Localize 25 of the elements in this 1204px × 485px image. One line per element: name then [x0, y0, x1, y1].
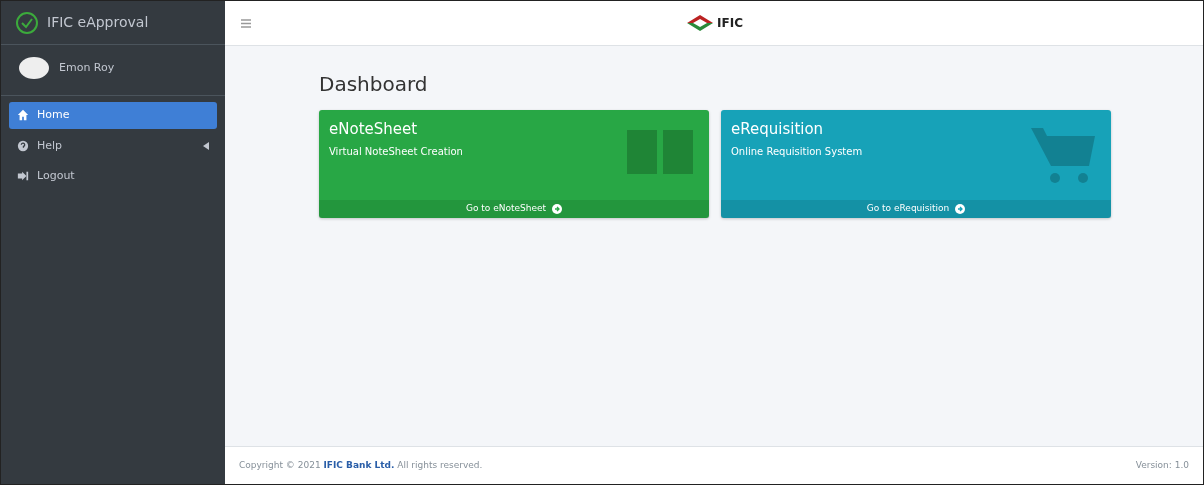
brand-name: IFIC eApproval — [47, 13, 149, 32]
arrow-circle-icon — [955, 203, 966, 214]
user-avatar — [19, 57, 49, 79]
help-icon — [17, 139, 29, 152]
card-link[interactable]: Go to eNoteSheet — [319, 200, 709, 218]
cart-icon — [1031, 126, 1097, 186]
card-subtitle: Virtual NoteSheet Creation — [329, 145, 464, 159]
sidebar-item[interactable]: Help — [9, 132, 217, 159]
version-text: Version: 1.0 — [1135, 458, 1189, 472]
sidebar-item[interactable]: Home — [9, 102, 217, 129]
card-title: eRequisition — [731, 120, 825, 138]
card-title: eNoteSheet — [329, 120, 419, 138]
card-subtitle: Online Requisition System — [731, 145, 864, 159]
check-circle-icon — [15, 10, 39, 35]
arrow-circle-icon — [552, 203, 563, 214]
logout-icon — [17, 170, 29, 183]
card-link[interactable]: Go to eRequisition — [721, 200, 1111, 218]
sidebar-item[interactable]: Logout — [9, 163, 217, 190]
page-title: Dashboard — [319, 72, 429, 96]
logo-text: IFIC — [717, 15, 743, 32]
home-icon — [17, 109, 29, 122]
company-link[interactable]: IFIC Bank Ltd. — [323, 459, 395, 470]
copyright-text: Copyright © 2021 IFIC Bank Ltd. All rights reserved. — [239, 458, 483, 472]
user-name[interactable]: Emon Roy — [59, 59, 115, 77]
menu-icon[interactable] — [241, 18, 251, 28]
